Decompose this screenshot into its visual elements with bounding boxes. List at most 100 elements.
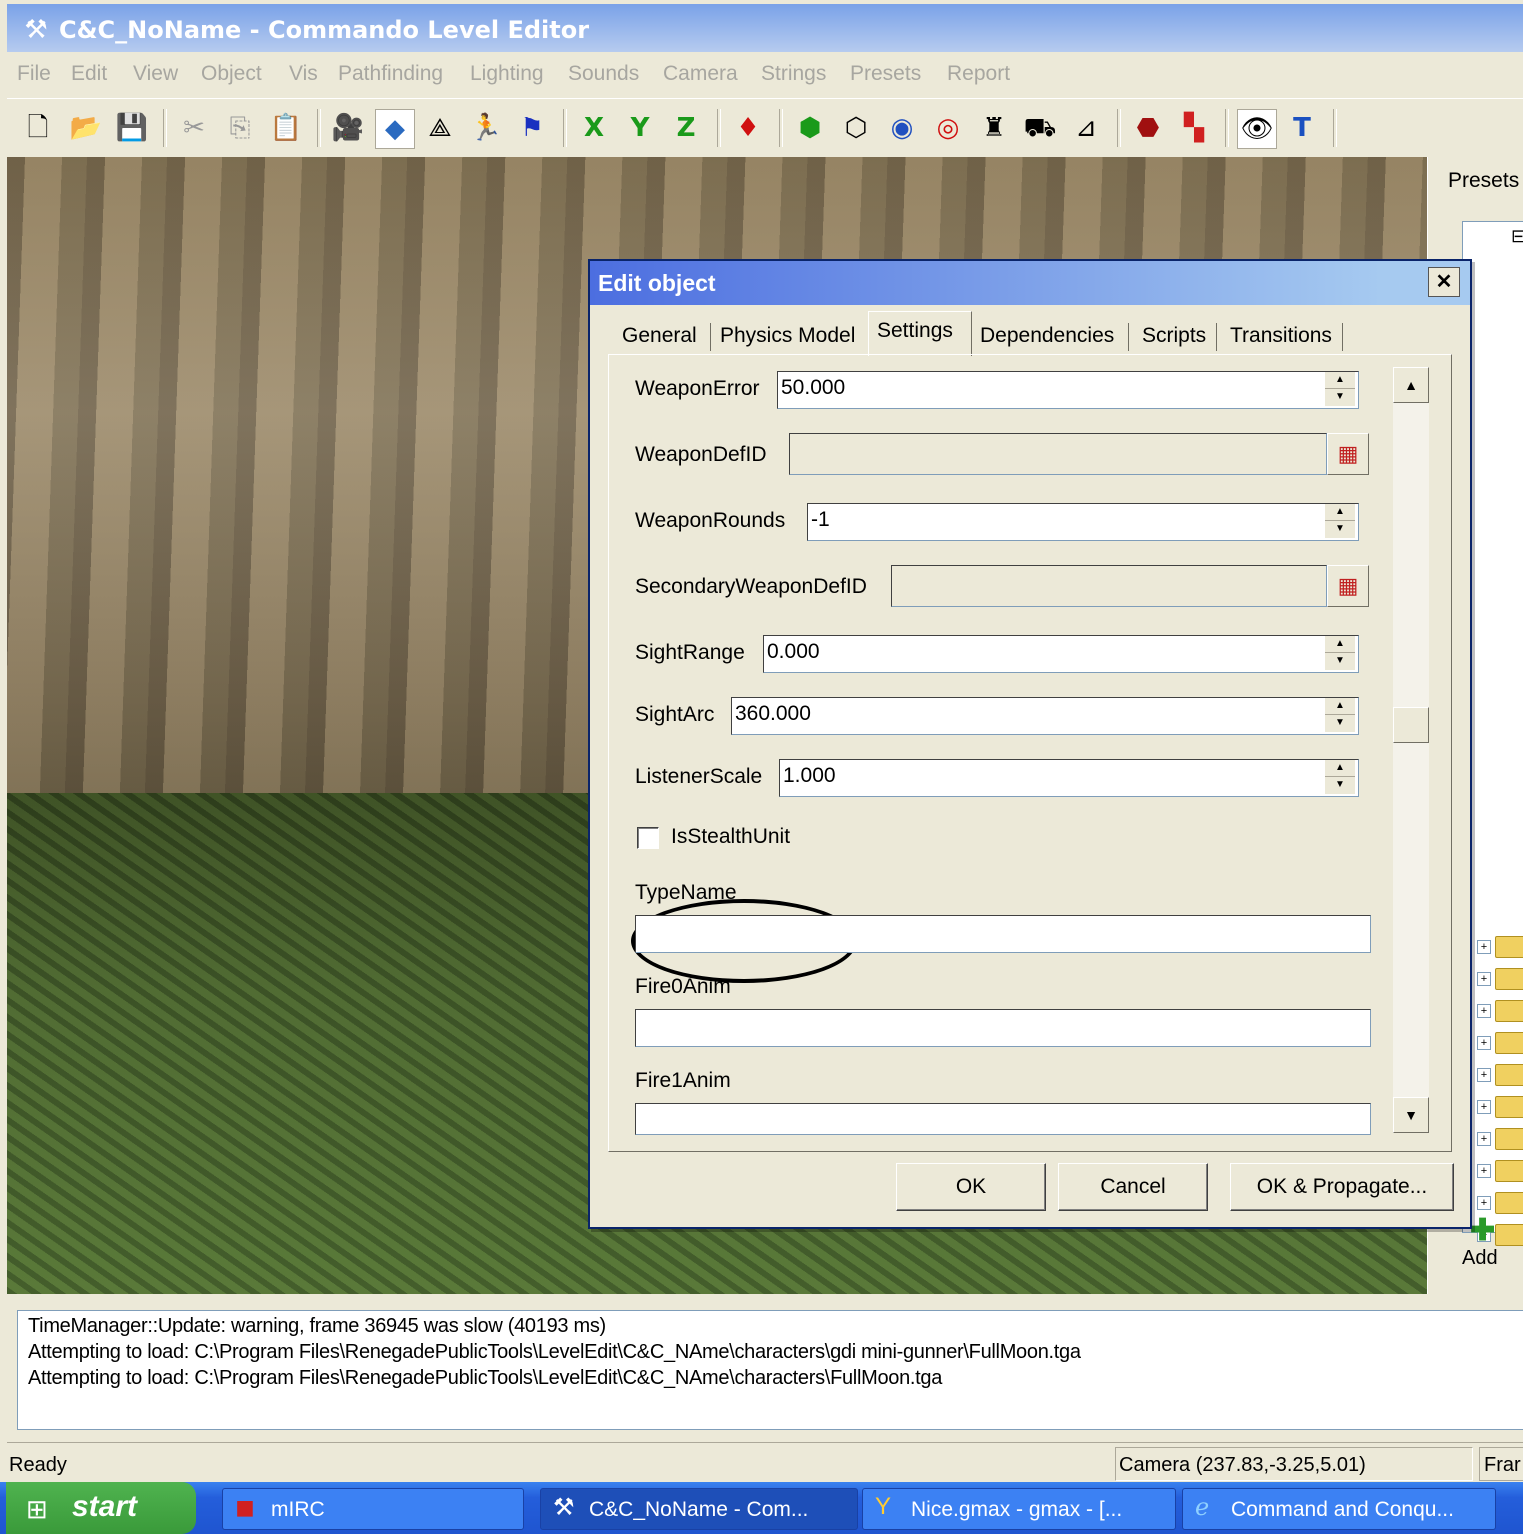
- spin-down-icon[interactable]: ▼: [1325, 777, 1355, 793]
- fire1-anim-field[interactable]: [635, 1103, 1371, 1135]
- secondary-weapon-def-id-field[interactable]: [891, 565, 1327, 607]
- tree-item[interactable]: +: [1477, 998, 1523, 1024]
- cancel-button[interactable]: Cancel: [1058, 1163, 1208, 1211]
- spin-down-icon[interactable]: ▼: [1325, 653, 1355, 669]
- task-browser[interactable]: ℯ Command and Conqu...: [1182, 1488, 1496, 1530]
- tab-general[interactable]: General: [614, 317, 710, 355]
- menu-edit[interactable]: Edit: [71, 62, 107, 86]
- spin-up-icon[interactable]: ▲: [1325, 698, 1355, 715]
- scroll-up-icon[interactable]: ▲: [1393, 367, 1429, 403]
- gizmo-icon[interactable]: ⟁: [421, 109, 459, 147]
- menu-vis[interactable]: Vis: [289, 62, 318, 86]
- tab-settings[interactable]: Settings: [868, 311, 972, 356]
- vehicle-icon[interactable]: ⛟: [1021, 109, 1059, 147]
- sight-arc-field[interactable]: 360.000: [731, 697, 1359, 735]
- listener-scale-spinner[interactable]: ▲ ▼: [1325, 760, 1355, 794]
- axis-y-icon[interactable]: Y: [621, 109, 659, 147]
- tab-scripts[interactable]: Scripts: [1134, 317, 1216, 355]
- tree-item[interactable]: +: [1477, 1094, 1523, 1120]
- ok-button[interactable]: OK: [896, 1163, 1046, 1211]
- weapon-def-id-field[interactable]: [789, 433, 1327, 475]
- tree-collapse-icon[interactable]: ⊟: [1511, 226, 1523, 247]
- tab-transitions[interactable]: Transitions: [1222, 317, 1342, 355]
- text-tool-icon[interactable]: T: [1283, 109, 1321, 147]
- close-icon[interactable]: ✕: [1428, 267, 1460, 297]
- sight-range-field[interactable]: 0.000: [763, 635, 1359, 673]
- fire0-anim-field[interactable]: [635, 1009, 1371, 1047]
- task-mirc[interactable]: ◼ mIRC: [222, 1488, 524, 1530]
- settings-scrollbar[interactable]: ▲ ▼: [1393, 367, 1429, 1133]
- menu-lighting[interactable]: Lighting: [470, 62, 544, 86]
- weapon-def-picker-button[interactable]: ▦: [1327, 433, 1369, 475]
- expand-icon[interactable]: +: [1477, 1036, 1491, 1050]
- menu-file[interactable]: File: [17, 62, 51, 86]
- spin-down-icon[interactable]: ▼: [1325, 521, 1355, 537]
- spin-up-icon[interactable]: ▲: [1325, 504, 1355, 521]
- spin-down-icon[interactable]: ▼: [1325, 715, 1355, 731]
- camera-mode-icon[interactable]: 🎥: [329, 109, 367, 147]
- menu-camera[interactable]: Camera: [663, 62, 738, 86]
- menu-report[interactable]: Report: [947, 62, 1010, 86]
- expand-icon[interactable]: +: [1477, 940, 1491, 954]
- wire-box-icon[interactable]: ⬡: [837, 109, 875, 147]
- new-file-icon[interactable]: 🗋: [19, 109, 57, 147]
- scroll-thumb[interactable]: [1393, 707, 1429, 743]
- is-stealth-unit-checkbox[interactable]: [637, 827, 659, 849]
- spin-up-icon[interactable]: ▲: [1325, 760, 1355, 777]
- axis-z-icon[interactable]: Z: [667, 109, 705, 147]
- weapon-rounds-field[interactable]: -1: [807, 503, 1359, 541]
- tab-dependencies[interactable]: Dependencies: [972, 317, 1126, 355]
- type-name-field[interactable]: [635, 915, 1371, 953]
- weapon-error-spinner[interactable]: ▲ ▼: [1325, 372, 1355, 406]
- tree-item[interactable]: +: [1477, 1030, 1523, 1056]
- expand-icon[interactable]: +: [1477, 1132, 1491, 1146]
- weapon-rounds-spinner[interactable]: ▲ ▼: [1325, 504, 1355, 538]
- tree-item[interactable]: +: [1477, 966, 1523, 992]
- flag-icon[interactable]: ⚑: [513, 109, 551, 147]
- object-mode-icon[interactable]: ◆: [375, 109, 415, 149]
- sight-range-spinner[interactable]: ▲ ▼: [1325, 636, 1355, 670]
- tree-item[interactable]: +: [1477, 934, 1523, 960]
- menu-object[interactable]: Object: [201, 62, 262, 86]
- tree-item[interactable]: +: [1477, 1126, 1523, 1152]
- expand-icon[interactable]: +: [1477, 972, 1491, 986]
- menu-presets[interactable]: Presets: [850, 62, 921, 86]
- menu-pathfinding[interactable]: Pathfinding: [338, 62, 443, 86]
- cube-icon[interactable]: ⬣: [1129, 109, 1167, 147]
- eye-terrain-icon[interactable]: ◉: [883, 109, 921, 147]
- spin-up-icon[interactable]: ▲: [1325, 636, 1355, 653]
- expand-icon[interactable]: +: [1477, 1100, 1491, 1114]
- listener-scale-field[interactable]: 1.000: [779, 759, 1359, 797]
- task-level-editor[interactable]: ⚒ C&C_NoName - Com...: [540, 1488, 858, 1530]
- path-icon[interactable]: ⊿: [1067, 109, 1105, 147]
- task-gmax[interactable]: Y Nice.gmax - gmax - [...: [862, 1488, 1176, 1530]
- eye-red-icon[interactable]: ◎: [929, 109, 967, 147]
- menu-strings[interactable]: Strings: [761, 62, 826, 86]
- axis-x-icon[interactable]: X: [575, 109, 613, 147]
- cut-icon[interactable]: ✂: [175, 109, 213, 147]
- blocks-icon[interactable]: ▚: [1175, 109, 1213, 147]
- spin-up-icon[interactable]: ▲: [1325, 372, 1355, 389]
- window-title-bar[interactable]: ⚒ C&C_NoName - Commando Level Editor: [7, 4, 1523, 52]
- expand-icon[interactable]: +: [1477, 1004, 1491, 1018]
- sight-arc-spinner[interactable]: ▲ ▼: [1325, 698, 1355, 732]
- weapon-error-field[interactable]: 50.000: [777, 371, 1359, 409]
- tree-item[interactable]: +: [1477, 1062, 1523, 1088]
- scroll-down-icon[interactable]: ▼: [1393, 1097, 1429, 1133]
- dialog-title-bar[interactable]: Edit object ✕: [590, 261, 1470, 305]
- character-icon[interactable]: ♜: [975, 109, 1013, 147]
- drop-object-icon[interactable]: ♦: [729, 109, 767, 147]
- menu-sounds[interactable]: Sounds: [568, 62, 639, 86]
- ok-propagate-button[interactable]: OK & Propagate...: [1230, 1163, 1454, 1211]
- solid-box-icon[interactable]: ⬢: [791, 109, 829, 147]
- spin-down-icon[interactable]: ▼: [1325, 389, 1355, 405]
- log-output[interactable]: TimeManager::Update: warning, frame 3694…: [17, 1310, 1523, 1430]
- menu-view[interactable]: View: [133, 62, 178, 86]
- paste-icon[interactable]: 📋: [267, 109, 305, 147]
- tab-physics-model[interactable]: Physics Model: [712, 317, 866, 355]
- start-button[interactable]: ⊞ start: [6, 1482, 196, 1534]
- copy-icon[interactable]: ⎘: [221, 109, 259, 147]
- visibility-icon[interactable]: 👁: [1237, 109, 1277, 149]
- walk-mode-icon[interactable]: 🏃: [467, 109, 505, 147]
- save-icon[interactable]: 💾: [113, 109, 151, 147]
